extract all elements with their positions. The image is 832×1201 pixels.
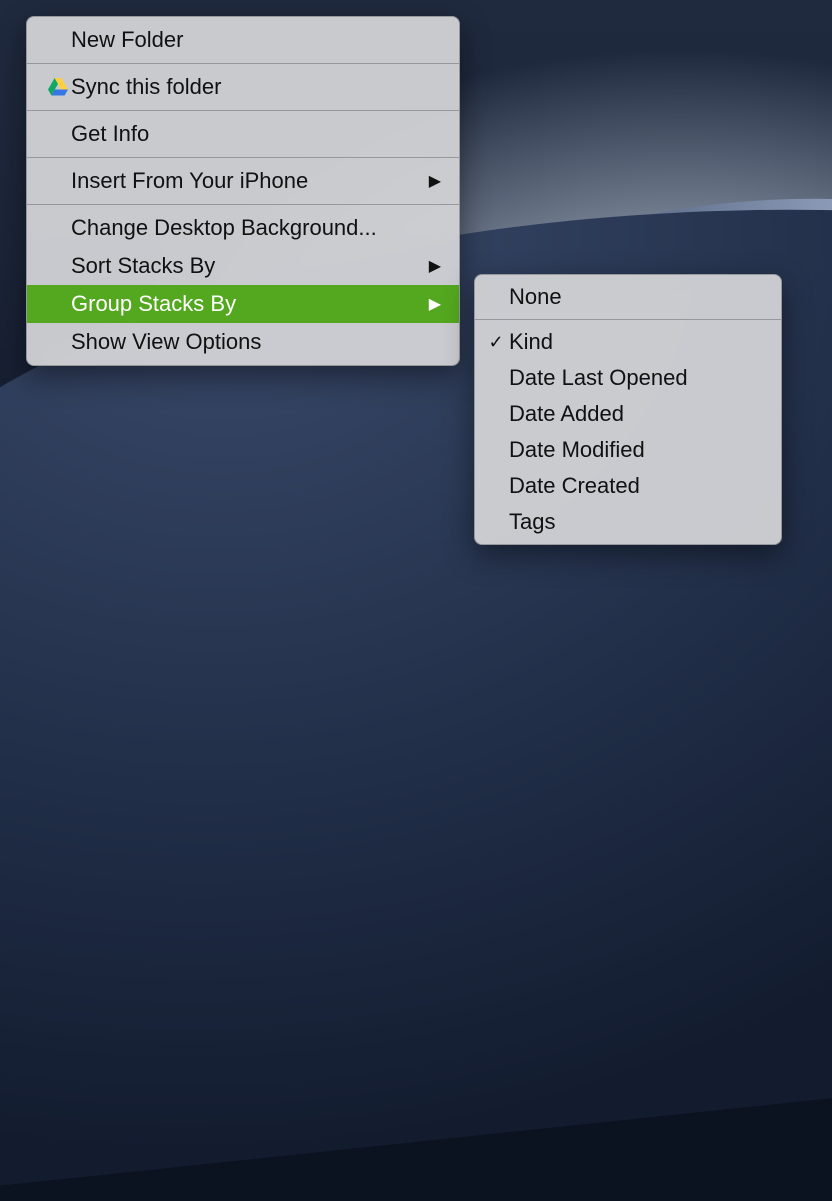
google-drive-icon — [45, 78, 71, 96]
desktop-context-menu: New Folder Sync this folder Get Info Ins… — [26, 16, 460, 366]
menu-item-label: Insert From Your iPhone — [71, 168, 397, 194]
menu-item-label: Sort Stacks By — [71, 253, 397, 279]
submenu-item-date-last-opened[interactable]: Date Last Opened — [475, 360, 781, 396]
submenu-arrow-icon: ▶ — [427, 294, 441, 314]
submenu-item-none[interactable]: None — [475, 279, 781, 315]
menu-item-label: Date Modified — [509, 437, 763, 463]
menu-item-show-view-options[interactable]: Show View Options — [27, 323, 459, 361]
submenu-item-tags[interactable]: Tags — [475, 504, 781, 540]
menu-separator — [27, 63, 459, 64]
menu-item-label: Sync this folder — [71, 74, 441, 100]
menu-separator — [475, 319, 781, 320]
submenu-item-date-created[interactable]: Date Created — [475, 468, 781, 504]
menu-item-get-info[interactable]: Get Info — [27, 115, 459, 153]
submenu-item-date-added[interactable]: Date Added — [475, 396, 781, 432]
menu-item-label: New Folder — [71, 27, 441, 53]
menu-item-group-stacks-by[interactable]: Group Stacks By ▶ — [27, 285, 459, 323]
menu-item-label: Date Added — [509, 401, 763, 427]
group-stacks-by-submenu: None ✓ Kind Date Last Opened Date Added … — [474, 274, 782, 545]
submenu-item-date-modified[interactable]: Date Modified — [475, 432, 781, 468]
checkmark-icon: ✓ — [483, 332, 509, 353]
menu-separator — [27, 157, 459, 158]
menu-item-label: Change Desktop Background... — [71, 215, 441, 241]
menu-item-label: Tags — [509, 509, 763, 535]
menu-item-label: Date Last Opened — [509, 365, 763, 391]
menu-item-sync-folder[interactable]: Sync this folder — [27, 68, 459, 106]
menu-item-insert-from-iphone[interactable]: Insert From Your iPhone ▶ — [27, 162, 459, 200]
menu-item-label: Date Created — [509, 473, 763, 499]
menu-item-change-desktop-background[interactable]: Change Desktop Background... — [27, 209, 459, 247]
submenu-item-kind[interactable]: ✓ Kind — [475, 324, 781, 360]
menu-item-label: Kind — [509, 329, 763, 355]
menu-item-label: None — [509, 284, 763, 310]
menu-separator — [27, 204, 459, 205]
menu-item-sort-stacks-by[interactable]: Sort Stacks By ▶ — [27, 247, 459, 285]
submenu-arrow-icon: ▶ — [427, 256, 441, 276]
menu-item-label: Show View Options — [71, 329, 441, 355]
menu-item-label: Group Stacks By — [71, 291, 397, 317]
submenu-arrow-icon: ▶ — [427, 171, 441, 191]
menu-separator — [27, 110, 459, 111]
menu-item-new-folder[interactable]: New Folder — [27, 21, 459, 59]
menu-item-label: Get Info — [71, 121, 441, 147]
